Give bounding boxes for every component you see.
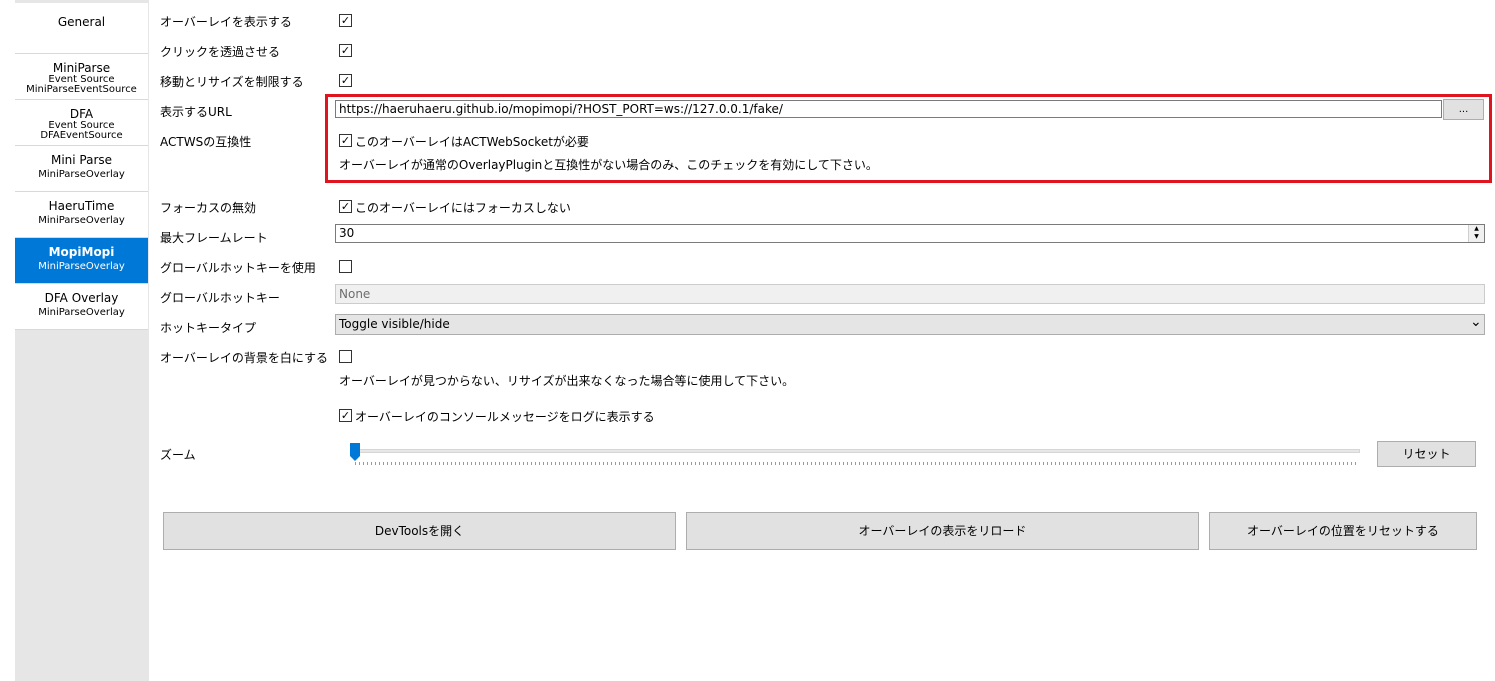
zoom-slider-thumb[interactable] — [350, 443, 360, 461]
chevron-down-icon[interactable]: ⌄ — [1470, 314, 1482, 330]
white-bg-label: オーバーレイの背景を白にする — [160, 351, 329, 365]
lock-move-resize-checkbox[interactable]: ✓ — [339, 74, 352, 87]
sidebar-item-mopimopi[interactable]: MopiMopi MiniParseOverlay — [15, 238, 148, 284]
sidebar-item-dfa-overlay[interactable]: DFA Overlay MiniParseOverlay — [15, 284, 148, 330]
sidebar-item-type: MiniParseEventSource — [26, 84, 137, 96]
sidebar-item-type: MiniParseOverlay — [38, 214, 125, 226]
disable-focus-checkbox-label[interactable]: このオーバーレイにはフォーカスしない — [355, 199, 571, 216]
global-hotkey-label: グローバルホットキー — [160, 291, 280, 305]
sidebar-item-type: MiniParseOverlay — [38, 306, 125, 318]
sidebar-item-label: Mini Parse — [50, 153, 113, 167]
zoom-slider-ticks — [355, 462, 1358, 465]
console-log-checkbox-label[interactable]: オーバーレイのコンソールメッセージをログに表示する — [355, 408, 655, 425]
sidebar-item-label: HaeruTime — [48, 199, 115, 213]
disable-focus-label: フォーカスの無効 — [160, 201, 257, 215]
spin-down-icon[interactable]: ▼ — [1469, 233, 1484, 241]
lock-move-resize-label: 移動とリサイズを制限する — [160, 75, 304, 89]
sidebar-item-label: MopiMopi — [48, 245, 115, 259]
sidebar-item-label: MiniParse — [52, 61, 111, 75]
zoom-label: ズーム — [160, 448, 196, 462]
sidebar-item-haerutime[interactable]: HaeruTime MiniParseOverlay — [15, 192, 148, 238]
sidebar-item-miniparse-event-source[interactable]: MiniParse Event Source MiniParseEventSou… — [15, 54, 148, 100]
url-label: 表示するURL — [160, 105, 232, 119]
max-framerate-value: 30 — [339, 226, 355, 240]
hotkey-type-label: ホットキータイプ — [160, 321, 257, 335]
sidebar-item-type: DFAEventSource — [40, 130, 123, 142]
sidebar-item-mini-parse[interactable]: Mini Parse MiniParseOverlay — [15, 146, 148, 192]
zoom-slider-track[interactable] — [352, 449, 1360, 453]
sidebar-item-label: DFA — [69, 107, 94, 121]
sidebar-item-dfa-event-source[interactable]: DFA Event Source DFAEventSource — [15, 100, 148, 146]
highlight-box — [325, 94, 1492, 183]
hotkey-type-select[interactable]: Toggle visible/hide — [335, 314, 1485, 335]
hotkey-type-value: Toggle visible/hide — [339, 317, 450, 331]
click-through-checkbox[interactable]: ✓ — [339, 44, 352, 57]
disable-focus-checkbox[interactable]: ✓ — [339, 200, 352, 213]
global-hotkey-input[interactable]: None — [335, 284, 1485, 304]
show-overlay-checkbox[interactable]: ✓ — [339, 14, 352, 27]
framerate-spin-buttons[interactable]: ▲ ▼ — [1468, 225, 1484, 242]
show-overlay-label: オーバーレイを表示する — [160, 15, 292, 29]
max-framerate-label: 最大フレームレート — [160, 231, 268, 245]
global-hotkey-enable-label: グローバルホットキーを使用 — [160, 261, 316, 275]
sidebar-item-type: MiniParseOverlay — [38, 260, 125, 272]
actws-label: ACTWSの互換性 — [160, 135, 252, 149]
sidebar-item-label: DFA Overlay — [44, 291, 119, 305]
global-hotkey-enable-checkbox[interactable] — [339, 260, 352, 273]
sidebar-item-type: MiniParseOverlay — [38, 168, 125, 180]
sidebar-item-label: General — [57, 15, 106, 29]
open-devtools-button[interactable]: DevToolsを開く — [163, 512, 676, 550]
click-through-label: クリックを透過させる — [160, 45, 281, 59]
overlay-list-sidebar: General MiniParse Event Source MiniParse… — [15, 0, 149, 681]
white-bg-checkbox[interactable] — [339, 350, 352, 363]
zoom-reset-button[interactable]: リセット — [1377, 441, 1476, 467]
reset-position-button[interactable]: オーバーレイの位置をリセットする — [1209, 512, 1477, 550]
spin-up-icon[interactable]: ▲ — [1469, 225, 1484, 233]
reload-overlay-button[interactable]: オーバーレイの表示をリロード — [686, 512, 1199, 550]
console-log-checkbox[interactable]: ✓ — [339, 409, 352, 422]
max-framerate-stepper[interactable]: 30 — [335, 224, 1485, 243]
sidebar-item-general[interactable]: General — [15, 3, 148, 54]
white-bg-hint: オーバーレイが見つからない、リサイズが出来なくなった場合等に使用して下さい。 — [339, 374, 795, 388]
